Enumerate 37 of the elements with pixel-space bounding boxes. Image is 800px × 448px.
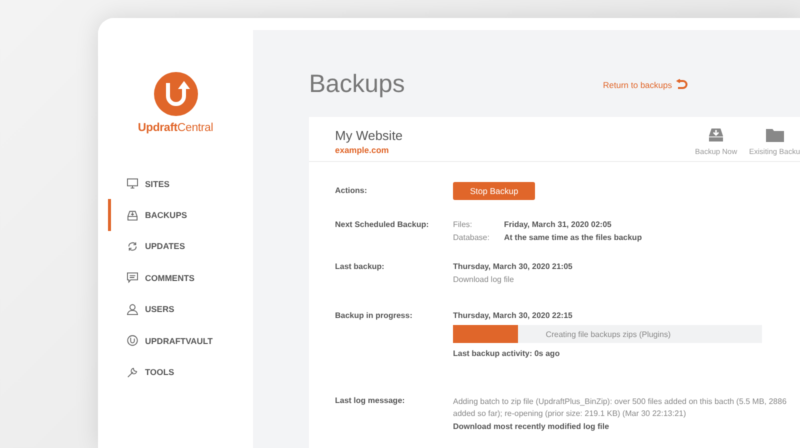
field-label: Backup in progress: <box>335 310 414 322</box>
download-log-link[interactable]: Download log file <box>453 275 514 284</box>
nav-item[interactable]: BACKUPS <box>108 199 223 231</box>
logo-icon <box>154 72 198 116</box>
site-name: My Website <box>335 128 403 143</box>
nav-item[interactable]: UPDRAFTVAULT <box>98 324 223 356</box>
nav-item[interactable]: SITES <box>98 168 223 200</box>
field-value: At the same time as the files backup <box>504 233 642 242</box>
drive-icon <box>127 210 138 221</box>
field-label: Last backup: <box>335 261 386 273</box>
field-value: Friday, March 31, 2020 02:05 <box>504 220 612 229</box>
folder-icon <box>766 128 784 142</box>
nav-item[interactable]: USERS <box>98 294 223 325</box>
monitor-icon <box>127 178 138 190</box>
return-arrow-icon <box>676 78 688 90</box>
field-label: Actions: <box>335 185 368 197</box>
page-title: Backups <box>309 70 406 99</box>
nav-item[interactable]: COMMENTS <box>98 262 223 294</box>
refresh-icon <box>127 240 138 252</box>
activity-text: Last backup activity: 0s ago <box>453 349 560 358</box>
log-message: Adding batch to zip file (UpdraftPlus_BinZip): over 500 files added on this bacth (5.5 MB, 2886 added so far); re-opening (prior size: 219.1 KB) (Mar 30 22:13:21) <box>453 396 788 420</box>
progress-text: Creating file backups zips (Plugins) <box>546 330 671 338</box>
wrench-icon <box>127 366 138 378</box>
vault-icon <box>127 335 138 346</box>
comment-icon <box>127 272 138 284</box>
drive-download-icon <box>708 128 724 142</box>
download-log-link[interactable]: Download most recently modified log file <box>453 422 610 432</box>
user-icon <box>127 304 138 315</box>
field-label: Files: <box>453 220 474 229</box>
field-label: Last log message: <box>335 395 406 407</box>
nav-item[interactable]: UPDATES <box>98 230 223 262</box>
field-value: Thursday, March 30, 2020 22:15 <box>453 311 572 320</box>
field-value: Thursday, March 30, 2020 21:05 <box>453 262 572 271</box>
field-label: Next Scheduled Backup: <box>335 219 430 231</box>
logo-text: UpdraftCentral <box>138 122 214 134</box>
field-label: Database: <box>453 233 490 242</box>
nav-item[interactable]: TOOLS <box>98 356 223 388</box>
